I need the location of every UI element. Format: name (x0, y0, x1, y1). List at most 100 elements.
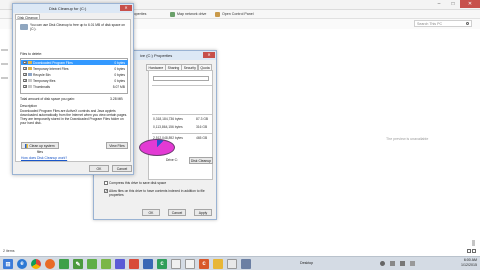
how-disk-cleanup-works-link[interactable]: How does Disk Cleanup work? (21, 156, 67, 160)
compress-option[interactable]: Compress this drive to save disk space (104, 181, 209, 185)
taskbar: ⊞ e ✎ c c Desktop 6:00 AM 1/12/2015 (0, 256, 480, 270)
search-input[interactable]: Search This PC (414, 20, 472, 27)
close-icon[interactable]: ✕ (203, 52, 215, 58)
view-files-button[interactable]: View Files (106, 142, 128, 149)
list-item[interactable]: Temporary files 0 bytes (21, 78, 128, 83)
scrollbar[interactable] (471, 30, 475, 246)
file-name: Temporary Internet Files (33, 66, 69, 71)
nav-item[interactable] (1, 77, 8, 79)
app-icon[interactable]: c (157, 259, 167, 269)
close-icon[interactable]: ✕ (460, 0, 480, 8)
app-icon[interactable]: ✎ (73, 259, 83, 269)
tiles-view-icon[interactable] (472, 249, 476, 253)
navigation-pane (0, 29, 10, 249)
ok-button[interactable]: OK (89, 165, 109, 172)
search-placeholder: Search This PC (417, 22, 443, 26)
free-space-gb: 316 GB (196, 125, 208, 129)
file-size: 0 bytes (114, 78, 125, 83)
start-icon[interactable]: ⊞ (3, 259, 13, 269)
file-name: Temporary files (33, 78, 56, 83)
ok-button[interactable]: OK (142, 209, 160, 216)
file-size: 0 bytes (114, 60, 125, 65)
compress-checkbox[interactable] (104, 181, 108, 185)
maximize-icon[interactable]: □ (446, 0, 460, 8)
ribbon-open-control-panel[interactable]: Open Control Panel (222, 12, 254, 16)
disk-cleanup-titlebar: Disk Cleanup for (C:) ✕ (13, 4, 133, 13)
file-checkbox[interactable] (23, 84, 27, 89)
total-gain-label: Total amount of disk space you gain: (20, 97, 75, 101)
apply-button[interactable]: Apply (194, 209, 212, 216)
file-icon (28, 78, 32, 83)
app-icon[interactable] (171, 259, 181, 269)
cancel-button[interactable]: Cancel (168, 209, 186, 216)
description-text: Downloaded Program Files are ActiveX con… (20, 109, 128, 125)
app-icon[interactable] (227, 259, 237, 269)
control-panel-icon (215, 11, 220, 17)
file-checkbox[interactable] (23, 72, 27, 77)
description-label: Description (20, 104, 37, 108)
index-checkbox[interactable] (104, 189, 108, 193)
ribbon-map-drive[interactable]: Map network drive (177, 12, 206, 16)
disk-cleanup-dialog: Disk Cleanup for (C:) ✕ Disk Cleanup You… (12, 3, 134, 175)
file-name: Recycle Bin (33, 72, 51, 77)
list-item[interactable]: Thumbnails 5.07 MB (21, 84, 128, 89)
drive-label: Drive C: (166, 158, 178, 162)
network-icon[interactable] (390, 261, 395, 266)
cancel-button[interactable]: Cancel (112, 165, 132, 172)
app-icon[interactable] (115, 259, 125, 269)
minimize-icon[interactable]: – (432, 0, 446, 8)
app-icon[interactable] (59, 259, 69, 269)
map-drive-icon (170, 11, 175, 17)
disk-cleanup-panel: You can use Disk Cleanup to free up to 6… (15, 19, 131, 162)
used-space-bytes: 0,318,184,736 bytes (153, 117, 183, 121)
file-checkbox[interactable] (23, 78, 27, 83)
free-space-bytes: 0,113,864,156 bytes (153, 125, 183, 129)
preview-message: The preview is unavailable (386, 137, 429, 141)
details-view-icon[interactable] (467, 249, 471, 253)
app-icon[interactable] (185, 259, 195, 269)
close-icon[interactable]: ✕ (120, 5, 132, 11)
nav-item[interactable] (1, 49, 8, 51)
nav-item[interactable] (1, 63, 8, 65)
clean-up-system-files-button[interactable]: Clean up system files (21, 142, 59, 154)
list-item[interactable]: Recycle Bin 0 bytes (21, 72, 128, 77)
app-icon[interactable] (101, 259, 111, 269)
app-icon[interactable] (241, 259, 251, 269)
file-name: Thumbnails (33, 84, 51, 89)
chrome-icon[interactable] (31, 259, 41, 269)
scrollbar-thumb[interactable] (471, 240, 475, 246)
tray-icon[interactable] (380, 261, 385, 266)
pie-slices (139, 139, 175, 156)
view-switcher (467, 249, 476, 253)
firefox-icon[interactable] (45, 259, 55, 269)
index-label: Allow files on this drive to have conten… (109, 189, 205, 197)
disk-cleanup-icon (20, 24, 28, 30)
file-checkbox[interactable] (23, 60, 27, 65)
app-icon[interactable]: c (199, 259, 209, 269)
file-explorer-icon[interactable] (213, 259, 223, 269)
list-item[interactable]: Temporary Internet Files 0 bytes (21, 66, 128, 71)
index-option[interactable]: Allow files on this drive to have conten… (104, 189, 209, 197)
file-size: 0 bytes (114, 72, 125, 77)
file-size: 5.07 MB (112, 84, 125, 89)
used-space-gb: 87.3 GB (196, 117, 209, 121)
files-list[interactable]: Downloaded Program Files 0 bytes Tempora… (20, 58, 128, 94)
divider (152, 133, 212, 134)
disk-cleanup-button[interactable]: Disk Cleanup (189, 157, 213, 164)
window-controls: – □ ✕ (432, 0, 480, 8)
app-icon[interactable] (129, 259, 139, 269)
desktop-toolbar-label[interactable]: Desktop (300, 261, 313, 265)
recycle-bin-icon (28, 72, 32, 77)
volume-icon[interactable] (400, 261, 405, 266)
app-icon[interactable] (143, 259, 153, 269)
internet-explorer-icon[interactable]: e (17, 259, 27, 269)
file-size: 0 bytes (114, 66, 125, 71)
file-name: Downloaded Program Files (33, 60, 73, 65)
flag-icon[interactable] (410, 261, 415, 266)
description-box: Downloaded Program Files are ActiveX con… (20, 109, 128, 145)
app-icon[interactable] (87, 259, 97, 269)
list-item[interactable]: Downloaded Program Files 0 bytes (21, 60, 128, 65)
drive-name-field[interactable] (153, 76, 209, 81)
file-checkbox[interactable] (23, 66, 27, 71)
clock[interactable]: 6:00 AM 1/12/2015 (461, 258, 477, 268)
